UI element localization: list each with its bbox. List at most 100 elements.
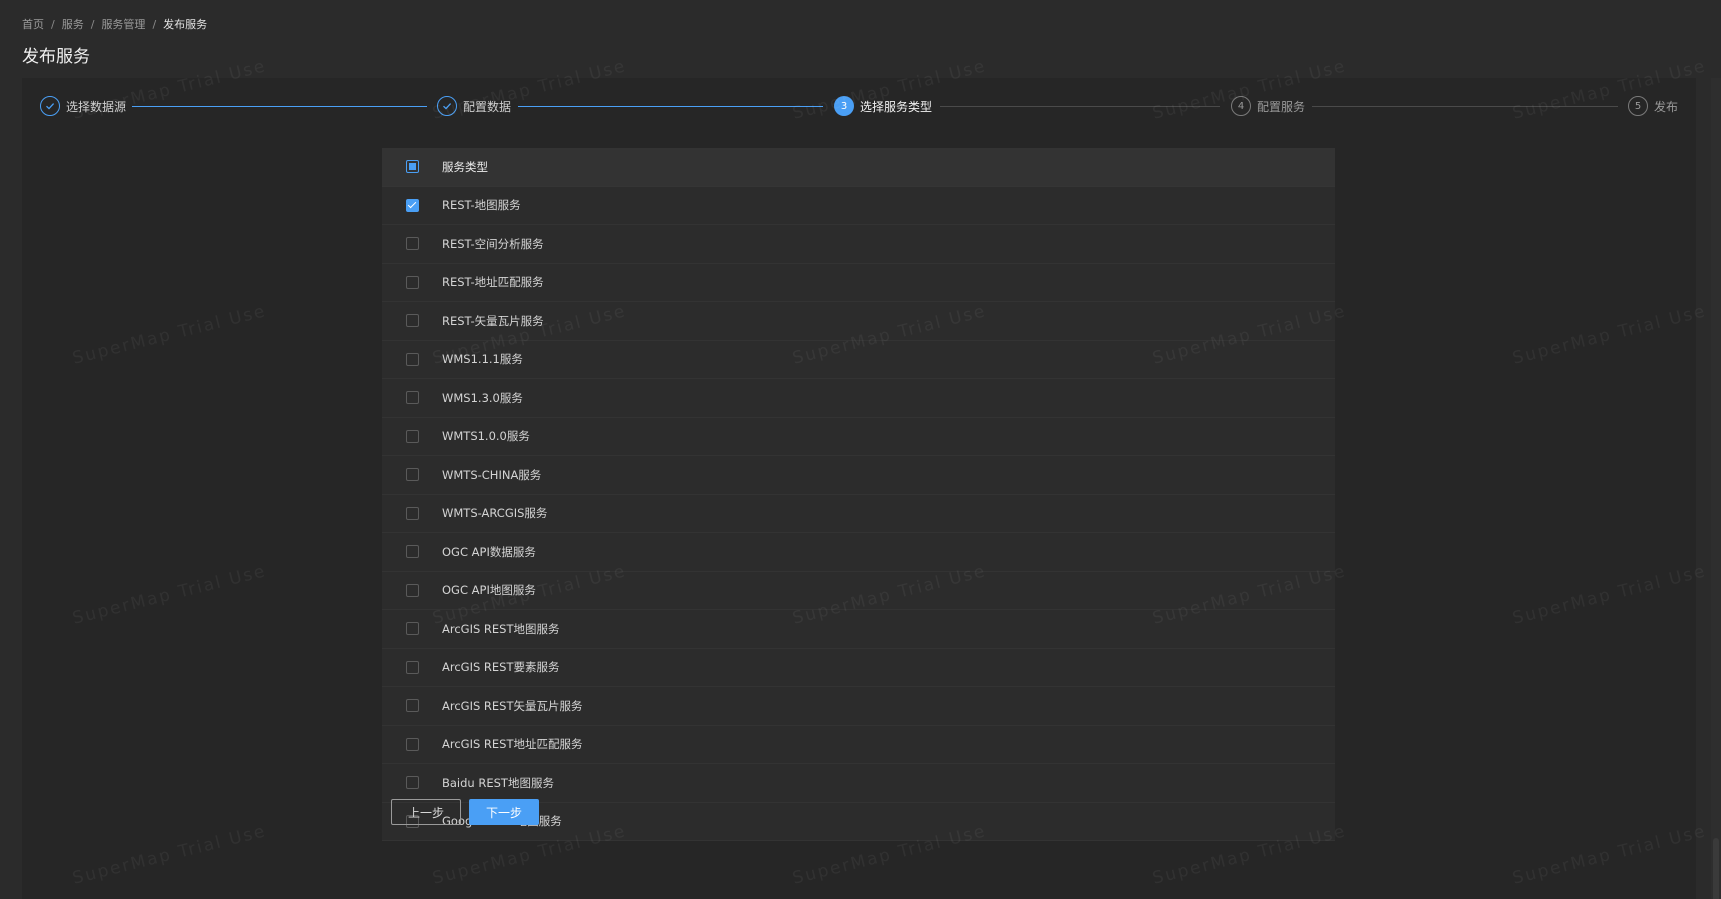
service-type-label: REST-地址匹配服务 [442,275,544,290]
table-row[interactable]: REST-地址匹配服务 [382,263,1335,302]
row-checkbox[interactable] [405,622,419,636]
scrollbar-thumb[interactable] [1713,838,1719,899]
checkbox-cell [382,198,442,212]
checkbox-cell [382,429,442,443]
step-number: 3 [834,96,854,116]
table-row[interactable]: WMS1.1.1服务 [382,340,1335,379]
step-select-datasource: 选择数据源 [40,96,126,116]
breadcrumb-current: 发布服务 [163,18,208,31]
breadcrumb-item-service[interactable]: 服务 [62,16,84,32]
service-type-label: WMTS-ARCGIS服务 [442,506,548,521]
row-checkbox[interactable] [405,699,419,713]
service-type-label: ArcGIS REST地图服务 [442,621,560,636]
step-label: 配置数据 [463,99,512,114]
row-checkbox[interactable] [405,352,419,366]
breadcrumb-item-home[interactable]: 首页 [22,16,44,32]
service-type-label: ArcGIS REST要素服务 [442,660,560,675]
check-icon [437,96,457,116]
row-checkbox[interactable] [405,545,419,559]
next-step-button[interactable]: 下一步 [469,799,539,825]
table-row[interactable]: WMS1.3.0服务 [382,379,1335,418]
page-title: 发布服务 [22,47,90,67]
breadcrumb-separator: / [51,17,55,31]
step-publish: 5 发布 [1628,96,1678,116]
step-connector [940,106,1220,107]
checkbox-cell [382,622,442,636]
checkbox-cell [382,583,442,597]
checkbox-cell [382,314,442,328]
row-checkbox[interactable] [405,660,419,674]
row-checkbox[interactable] [405,506,419,520]
step-label: 选择服务类型 [860,99,933,114]
table-row[interactable]: ArcGIS REST矢量瓦片服务 [382,687,1335,726]
table-row[interactable]: WMTS1.0.0服务 [382,417,1335,456]
checkbox-cell [382,237,442,251]
breadcrumb: 首页 / 服务 / 服务管理 / 发布服务 [22,16,207,32]
step-configure-service: 4 配置服务 [1231,96,1305,116]
step-label: 发布 [1654,99,1679,114]
table-row[interactable]: OGC API地图服务 [382,571,1335,610]
table-row[interactable]: ArcGIS REST地址匹配服务 [382,725,1335,764]
row-checkbox[interactable] [405,314,419,328]
row-checkbox[interactable] [405,737,419,751]
row-checkbox[interactable] [405,583,419,597]
step-connector [518,106,823,107]
table-row[interactable]: ArcGIS REST要素服务 [382,648,1335,687]
table-row[interactable]: REST-地图服务 [382,186,1335,225]
scrollbar[interactable] [1711,78,1721,899]
prev-step-button[interactable]: 上一步 [391,799,461,825]
service-type-label: ArcGIS REST地址匹配服务 [442,737,583,752]
column-header-service-type: 服务类型 [442,159,488,174]
checkbox-cell [382,160,442,174]
checkbox-cell [382,660,442,674]
service-type-label: WMTS-CHINA服务 [442,467,542,482]
row-checkbox[interactable] [405,468,419,482]
service-type-label: Baidu REST地图服务 [442,775,554,790]
row-checkbox[interactable] [405,776,419,790]
table-row[interactable]: REST-矢量瓦片服务 [382,302,1335,341]
check-icon [40,96,60,116]
service-type-label: WMS1.1.1服务 [442,352,523,367]
publish-panel: 选择数据源 配置数据 3 选择服务类型 4 配置服务 5 发布 服务类型 RES… [22,78,1696,899]
checkbox-cell [382,776,442,790]
service-type-label: ArcGIS REST矢量瓦片服务 [442,698,583,713]
table-row[interactable]: OGC API数据服务 [382,533,1335,572]
table-row[interactable]: REST-空间分析服务 [382,225,1335,264]
row-checkbox[interactable] [405,275,419,289]
checkbox-cell [382,545,442,559]
checkbox-cell [382,506,442,520]
row-checkbox[interactable] [405,198,419,212]
checkbox-cell [382,275,442,289]
breadcrumb-separator: / [152,17,157,31]
service-type-label: REST-地图服务 [442,198,521,213]
step-number: 4 [1231,96,1251,116]
service-type-label: OGC API数据服务 [442,544,536,559]
row-checkbox[interactable] [405,237,419,251]
breadcrumb-separator: / [90,17,95,31]
checkbox-cell [382,468,442,482]
step-connector [132,106,427,107]
row-checkbox[interactable] [405,391,419,405]
checkbox-cell [382,352,442,366]
table-row[interactable]: Baidu REST地图服务 [382,764,1335,803]
table-header: 服务类型 [382,148,1335,187]
steps-bar: 选择数据源 配置数据 3 选择服务类型 4 配置服务 5 发布 [22,78,1696,134]
service-type-label: WMTS1.0.0服务 [442,429,530,444]
breadcrumb-item-service-management[interactable]: 服务管理 [101,16,145,32]
service-type-label: REST-空间分析服务 [442,236,544,251]
service-type-label: OGC API地图服务 [442,583,536,598]
step-select-service-type: 3 选择服务类型 [834,96,932,116]
checkbox-cell [382,391,442,405]
service-type-table: 服务类型 REST-地图服务 REST-空间分析服务 REST-地址匹配服务 REST… [382,148,1335,841]
step-label: 配置服务 [1257,99,1306,114]
step-configure-data: 配置数据 [437,96,511,116]
table-row[interactable]: WMTS-ARCGIS服务 [382,494,1335,533]
select-all-checkbox[interactable] [405,160,419,174]
step-label: 选择数据源 [66,99,127,114]
row-checkbox[interactable] [405,429,419,443]
table-row[interactable]: WMTS-CHINA服务 [382,456,1335,495]
service-type-label: REST-矢量瓦片服务 [442,313,544,328]
table-row[interactable]: ArcGIS REST地图服务 [382,610,1335,649]
step-number: 5 [1628,96,1648,116]
checkbox-cell [382,737,442,751]
